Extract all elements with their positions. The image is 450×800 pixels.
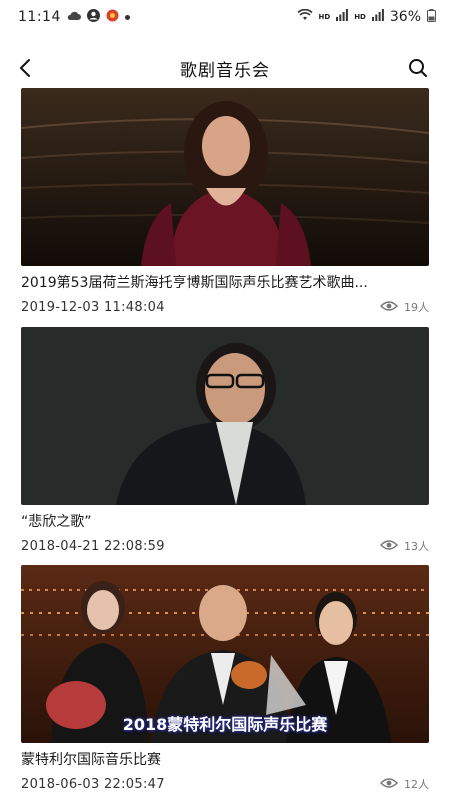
status-time: 11:14 <box>18 9 61 25</box>
signal-icon-2 <box>371 9 384 25</box>
view-count-text-2: 13人 <box>404 540 429 553</box>
video-caption-3: 2018蒙特利尔国际声乐比赛 <box>122 715 328 734</box>
battery-level: 36% <box>389 9 421 25</box>
eye-icon <box>380 300 398 315</box>
app-notification-icon <box>106 9 119 26</box>
hd-icon-2: HD <box>354 12 366 21</box>
video-title-2[interactable]: “悲欣之歌” <box>21 511 429 533</box>
video-date-3: 2018-06-03 22:05:47 <box>21 776 165 792</box>
video-thumbnail-2[interactable] <box>21 327 429 505</box>
video-date-1: 2019-12-03 11:48:04 <box>21 299 165 315</box>
video-title-1[interactable]: 2019第53届荷兰斯海托亨博斯国际声乐比赛艺术歌曲... <box>21 272 429 294</box>
page-title: 歌剧音乐会 <box>180 60 270 81</box>
video-thumbnail-1[interactable] <box>21 88 429 266</box>
video-date-2: 2018-04-21 22:08:59 <box>21 538 165 554</box>
top-bar: 歌剧音乐会 <box>0 48 450 88</box>
cloud-icon <box>67 9 81 25</box>
more-notifications-dot <box>124 14 130 20</box>
video-thumbnail-3[interactable]: 2018蒙特利尔国际声乐比赛 <box>21 565 429 743</box>
video-card-2[interactable]: “悲欣之歌” 2018-04-21 22:08:59 13人 <box>21 327 429 557</box>
video-card-1[interactable]: 2019第53届荷兰斯海托亨博斯国际声乐比赛艺术歌曲... 2019-12-03… <box>21 88 429 318</box>
view-count-1: 19人 <box>380 299 429 315</box>
wifi-icon <box>296 8 313 25</box>
view-count-text-1: 19人 <box>404 301 429 314</box>
view-count-3: 12人 <box>380 776 429 792</box>
hd-icon: HD <box>318 12 331 21</box>
account-icon <box>86 8 100 26</box>
video-card-3[interactable]: 2018蒙特利尔国际声乐比赛 蒙特利尔国际音乐比赛 2018-06-03 22:… <box>21 565 429 795</box>
battery-icon <box>427 8 436 26</box>
back-arrow-icon[interactable] <box>12 56 40 80</box>
status-bar: 11:14 HD HD 36% <box>0 0 450 34</box>
view-count-2: 13人 <box>380 538 429 554</box>
signal-icon <box>336 9 349 25</box>
search-icon[interactable] <box>406 56 430 80</box>
eye-icon <box>380 777 398 792</box>
eye-icon <box>380 539 398 554</box>
video-title-3[interactable]: 蒙特利尔国际音乐比赛 <box>21 749 429 771</box>
view-count-text-3: 12人 <box>404 778 429 791</box>
